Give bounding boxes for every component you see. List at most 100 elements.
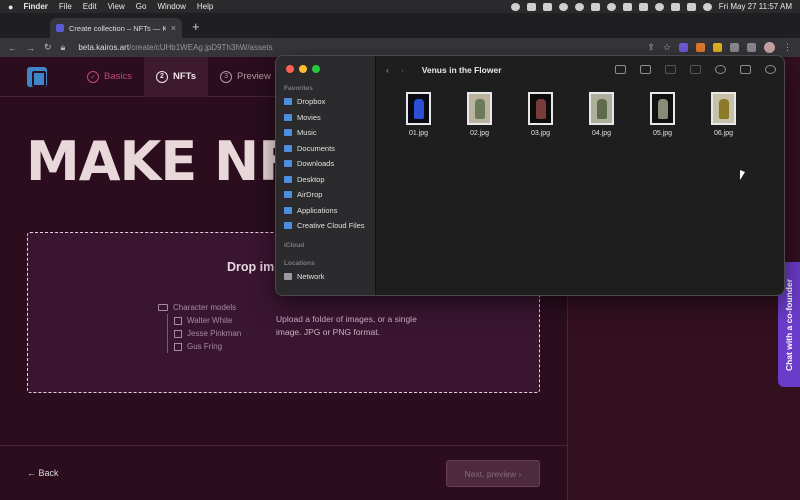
extension-icon[interactable] xyxy=(713,43,722,52)
url-host: beta.kairos.art xyxy=(78,43,130,52)
step-label: Preview xyxy=(237,71,271,82)
tag-icon[interactable] xyxy=(690,65,701,74)
desktop-icon xyxy=(284,176,292,183)
sidebar-item-label: Network xyxy=(297,272,325,281)
siri-icon[interactable] xyxy=(702,2,712,11)
menu-file[interactable]: File xyxy=(59,2,72,11)
sidebar-item-documents[interactable]: Documents xyxy=(284,144,335,153)
menu-extra-icon[interactable] xyxy=(542,2,552,11)
sidebar-item-network[interactable]: Network xyxy=(284,272,325,281)
sidebar-item-label: Dropbox xyxy=(297,97,326,106)
sidebar-item-downloads[interactable]: Downloads xyxy=(284,159,334,168)
downloads-icon xyxy=(284,160,292,167)
back-arrow-icon[interactable]: ← xyxy=(8,43,17,53)
control-center-icon[interactable] xyxy=(686,2,696,11)
forward-chevron-icon[interactable]: › xyxy=(401,65,404,75)
folder-name: Character models xyxy=(173,303,237,312)
address-bar[interactable]: beta.kairos.art/create/cUHb1WEAg.jpD9Th3… xyxy=(78,43,272,52)
bookmark-star-icon[interactable]: ☆ xyxy=(663,42,671,53)
share-icon[interactable]: ⇪ xyxy=(647,42,655,53)
kairos-logo[interactable] xyxy=(27,66,47,87)
status-icon[interactable] xyxy=(558,2,568,11)
puzzle-extensions-icon[interactable] xyxy=(730,43,739,52)
vpn-icon[interactable] xyxy=(606,2,616,11)
new-tab-icon[interactable]: + xyxy=(192,19,200,34)
step-basics[interactable]: ✓ Basics xyxy=(75,57,144,97)
file-item[interactable]: 02.jpg xyxy=(449,92,510,137)
file-thumbnail xyxy=(589,92,614,125)
menu-clock[interactable]: Fri May 27 11:57 AM xyxy=(719,2,792,11)
zoom-window-button[interactable] xyxy=(312,65,320,73)
extension-icon[interactable] xyxy=(679,43,688,52)
step-preview[interactable]: 3 Preview xyxy=(208,57,283,97)
search-icon[interactable] xyxy=(670,2,680,11)
close-tab-icon[interactable]: × xyxy=(171,23,176,33)
dropbox-icon[interactable] xyxy=(526,2,536,11)
bottom-action-bar: ← Back Next, preview › xyxy=(0,445,567,500)
tab-title: Create collection – NFTs — Ka xyxy=(69,23,166,33)
step-label: NFTs xyxy=(172,71,197,82)
folder-icon xyxy=(158,304,168,311)
music-icon xyxy=(284,129,292,136)
file-item[interactable]: 01.jpg xyxy=(388,92,449,137)
sidebar-section-icloud[interactable]: iCloud xyxy=(284,242,304,249)
menu-app-name[interactable]: Finder xyxy=(23,2,47,11)
network-icon xyxy=(284,273,292,280)
sidebar-item-desktop[interactable]: Desktop xyxy=(284,175,325,184)
file-thumbnail xyxy=(406,92,431,125)
menu-view[interactable]: View xyxy=(108,2,125,11)
sidebar-item-airdrop[interactable]: AirDrop xyxy=(284,190,322,199)
file-item[interactable]: 06.jpg xyxy=(693,92,754,137)
document-icon xyxy=(284,145,292,152)
back-chevron-icon[interactable]: ‹ xyxy=(386,65,389,75)
forward-arrow-icon[interactable]: → xyxy=(26,43,35,53)
bluetooth-icon[interactable] xyxy=(622,2,632,11)
browser-tab[interactable]: Create collection – NFTs — Ka × xyxy=(50,18,182,38)
url-path: /create/cUHb1WEAg.jpD9Th3hW/assets xyxy=(129,43,273,52)
file-item[interactable]: 04.jpg xyxy=(571,92,632,137)
close-window-button[interactable] xyxy=(286,65,294,73)
sidebar-item-creative-cloud[interactable]: Creative Cloud Files xyxy=(284,221,365,230)
file-item[interactable]: 03.jpg xyxy=(510,92,571,137)
sidebar-item-applications[interactable]: Applications xyxy=(284,206,337,215)
file-thumbnail xyxy=(711,92,736,125)
group-by-icon[interactable] xyxy=(640,65,651,74)
view-mode-grid-icon[interactable] xyxy=(615,65,626,74)
wifi-icon[interactable] xyxy=(654,2,664,11)
back-button[interactable]: ← Back xyxy=(27,468,59,478)
sidebar-item-music[interactable]: Music xyxy=(284,128,317,137)
record-icon[interactable] xyxy=(510,2,520,11)
apple-menu-icon[interactable]: ● xyxy=(8,2,13,12)
share-icon[interactable] xyxy=(665,65,676,74)
sidebar-icon[interactable] xyxy=(747,43,756,52)
sidebar-item-dropbox[interactable]: Dropbox xyxy=(284,97,325,106)
sidebar-item-label: Creative Cloud Files xyxy=(297,221,365,230)
battery-icon[interactable] xyxy=(638,2,648,11)
sidebar-item-label: Music xyxy=(297,128,317,137)
dropbox-icon[interactable] xyxy=(740,65,751,74)
sidebar-item-movies[interactable]: Movies xyxy=(284,113,321,122)
cloud-icon[interactable] xyxy=(574,2,584,11)
tree-file-row: Jesse Pinkman xyxy=(174,327,241,340)
profile-avatar[interactable] xyxy=(764,42,775,53)
step-number: 3 xyxy=(220,70,233,83)
step-nfts[interactable]: 2 NFTs xyxy=(143,56,209,97)
dropzone-hint: Upload a folder of images, or a single i… xyxy=(276,314,417,337)
menu-help[interactable]: Help xyxy=(197,2,213,11)
menu-edit[interactable]: Edit xyxy=(83,2,97,11)
sync-icon[interactable] xyxy=(590,2,600,11)
window-controls xyxy=(286,65,320,73)
finder-window[interactable]: Favorites Dropbox Movies Music Documents… xyxy=(275,55,785,296)
file-thumbnail xyxy=(650,92,675,125)
menu-go[interactable]: Go xyxy=(136,2,147,11)
reload-icon[interactable]: ↻ xyxy=(44,42,52,53)
minimize-window-button[interactable] xyxy=(299,65,307,73)
search-icon[interactable] xyxy=(765,65,776,74)
metamask-extension-icon[interactable] xyxy=(696,43,705,52)
file-item[interactable]: 05.jpg xyxy=(632,92,693,137)
chat-label: Chat with a co-founder xyxy=(784,278,794,371)
more-menu-icon[interactable]: ⋮ xyxy=(783,42,792,53)
next-preview-button[interactable]: Next, preview › xyxy=(446,460,540,487)
menu-window[interactable]: Window xyxy=(157,2,185,11)
more-actions-icon[interactable] xyxy=(715,65,726,74)
